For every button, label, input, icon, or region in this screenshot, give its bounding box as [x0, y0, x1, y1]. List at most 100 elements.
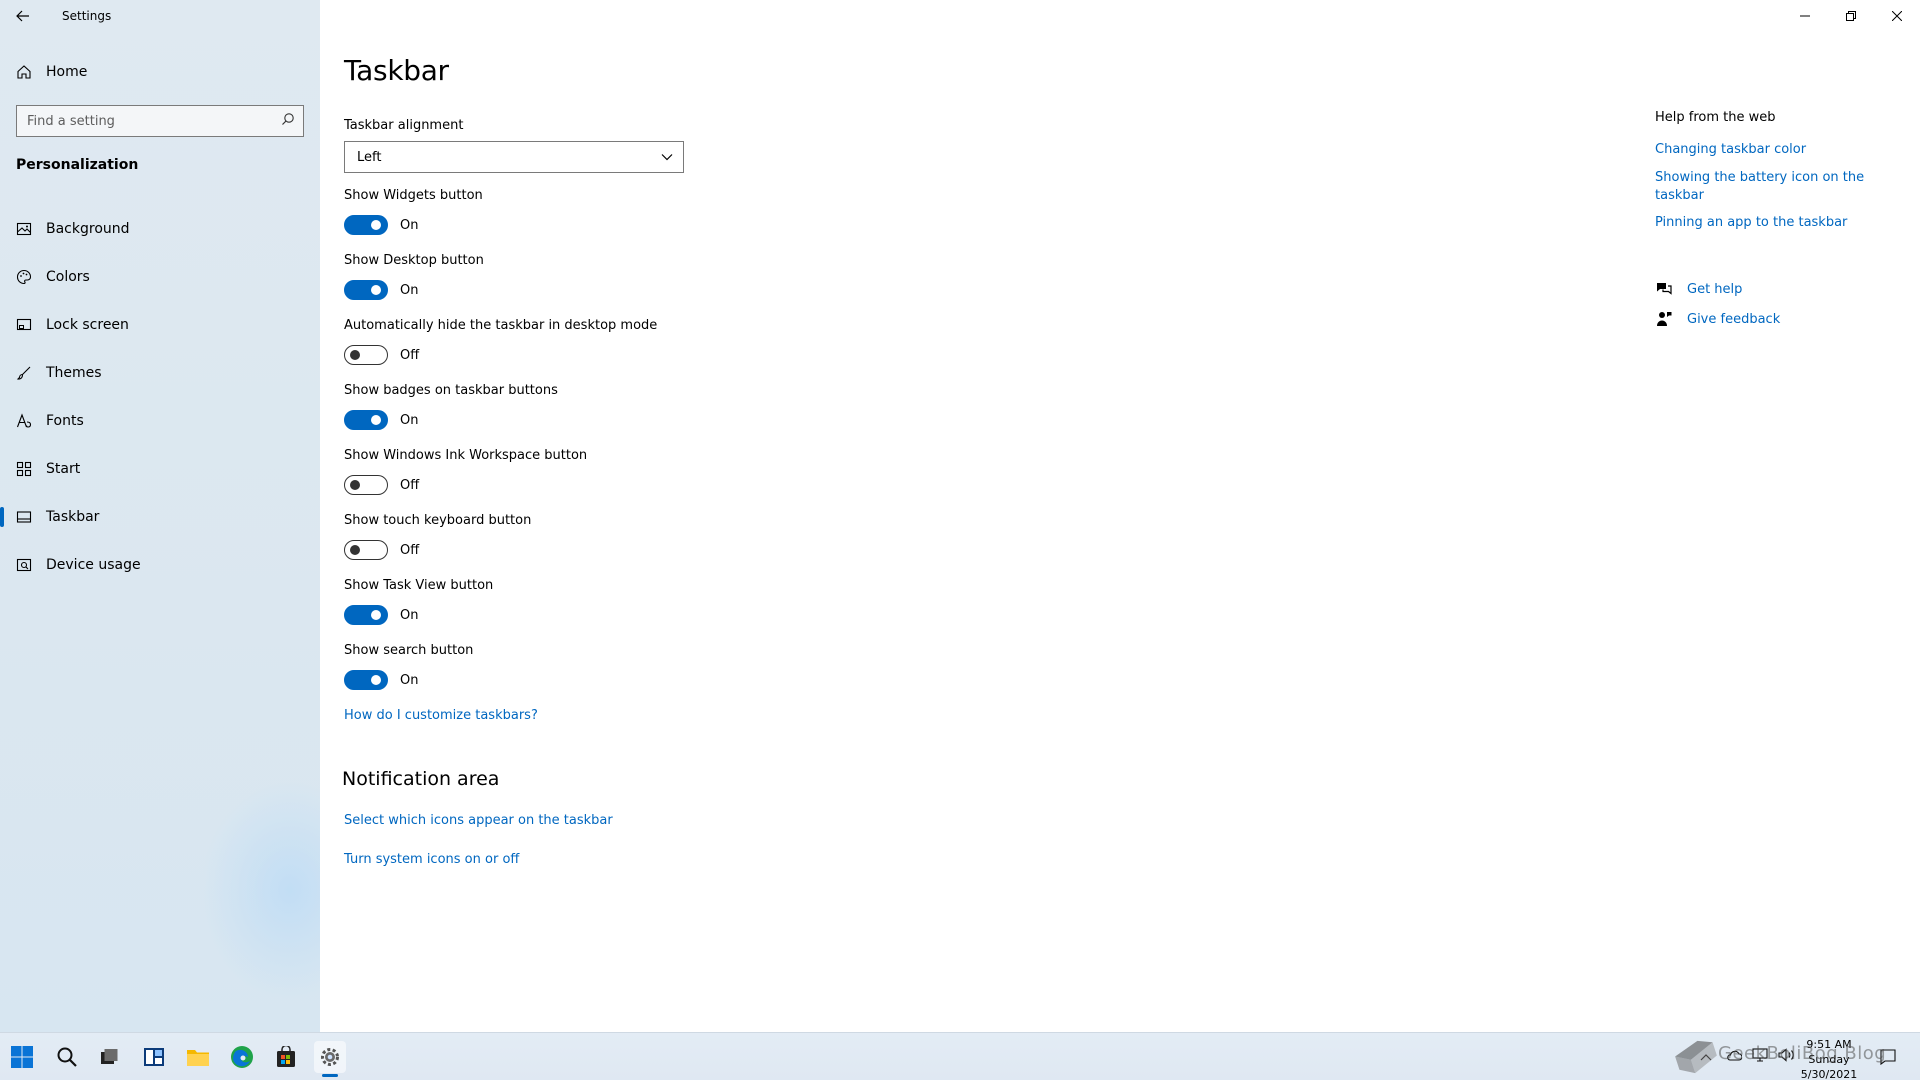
task-view-toggle[interactable]: [344, 605, 388, 625]
notification-area-heading: Notification area: [342, 768, 500, 790]
toggle-state: On: [400, 607, 419, 623]
give-feedback-link[interactable]: Give feedback: [1655, 310, 1885, 328]
touch-keyboard-toggle[interactable]: [344, 540, 388, 560]
toggle-state: Off: [400, 477, 420, 493]
restore-button[interactable]: [1828, 0, 1874, 32]
sidebar-item-fonts[interactable]: Fonts: [0, 397, 320, 445]
device-usage-icon: [16, 557, 32, 573]
watermark-text: GeekBoliBog Blog: [1718, 1043, 1887, 1064]
nav-home-label: Home: [46, 64, 88, 80]
search-box[interactable]: [16, 105, 304, 137]
sidebar-item-colors[interactable]: Colors: [0, 253, 320, 301]
toggle-label: Show Desktop button: [344, 253, 484, 268]
toggle-autohide: Automatically hide the taskbar in deskto…: [344, 318, 657, 365]
sidebar-item-label: Device usage: [46, 557, 141, 573]
minimize-button[interactable]: [1782, 0, 1828, 32]
store-button[interactable]: [270, 1041, 302, 1073]
alignment-setting: Taskbar alignment Left: [344, 118, 684, 173]
nav-list: Background Colors Lock screen Themes Fon…: [0, 205, 320, 589]
alignment-dropdown[interactable]: Left: [344, 141, 684, 173]
start-button[interactable]: [6, 1041, 38, 1073]
gear-icon: [321, 1048, 339, 1066]
toggle-state: On: [400, 672, 419, 688]
toggle-label: Show Task View button: [344, 578, 494, 593]
lock-screen-icon: [16, 317, 32, 333]
edge-icon: [231, 1046, 253, 1068]
toggle-state: On: [400, 282, 419, 298]
autohide-toggle[interactable]: [344, 345, 388, 365]
help-link-battery-icon[interactable]: Showing the battery icon on the taskbar: [1655, 169, 1865, 205]
window-controls: [1782, 0, 1920, 32]
toggle-label: Show badges on taskbar buttons: [344, 383, 558, 398]
edge-browser-button[interactable]: [226, 1041, 258, 1073]
badges-toggle[interactable]: [344, 410, 388, 430]
get-help-link[interactable]: Get help: [1655, 280, 1885, 298]
sidebar-item-label: Colors: [46, 269, 90, 285]
settings-app-button[interactable]: [314, 1041, 346, 1077]
windows-logo-icon: [11, 1046, 33, 1068]
sidebar-item-label: Start: [46, 461, 81, 477]
toggle-state: On: [400, 217, 419, 233]
sidebar-item-label: Background: [46, 221, 130, 237]
toggle-state: On: [400, 412, 419, 428]
toggle-label: Automatically hide the taskbar in deskto…: [344, 318, 658, 333]
help-panel: Help from the web Changing taskbar color…: [1655, 110, 1885, 328]
toggle-state: Off: [400, 542, 420, 558]
sidebar-item-lock-screen[interactable]: Lock screen: [0, 301, 320, 349]
search-input[interactable]: [27, 113, 281, 129]
search-toggle[interactable]: [344, 670, 388, 690]
search-icon[interactable]: [281, 112, 295, 130]
brush-icon: [16, 365, 32, 381]
sidebar-item-taskbar[interactable]: Taskbar: [0, 493, 320, 541]
minimize-icon: [1800, 15, 1810, 17]
desktop-toggle[interactable]: [344, 280, 388, 300]
toggle-desktop: Show Desktop button On: [344, 253, 484, 300]
back-button[interactable]: [0, 0, 46, 32]
file-explorer-button[interactable]: [182, 1041, 214, 1073]
sidebar-item-label: Themes: [46, 365, 102, 381]
chat-help-icon: [1655, 280, 1673, 298]
font-icon: [16, 413, 32, 429]
sidebar-item-label: Lock screen: [46, 317, 129, 333]
help-link-taskbar-color[interactable]: Changing taskbar color: [1655, 141, 1885, 159]
sidebar-item-label: Fonts: [46, 413, 84, 429]
customize-taskbars-link[interactable]: How do I customize taskbars?: [344, 708, 538, 723]
taskbar-search-button[interactable]: [51, 1041, 83, 1073]
widgets-button[interactable]: [138, 1041, 170, 1073]
sidebar-item-start[interactable]: Start: [0, 445, 320, 493]
image-icon: [16, 221, 32, 237]
close-icon: [1892, 11, 1902, 21]
sidebar-item-device-usage[interactable]: Device usage: [0, 541, 320, 589]
give-feedback-label: Give feedback: [1687, 311, 1781, 327]
alignment-value: Left: [357, 149, 382, 165]
sidebar: Settings Home Personalization Background…: [0, 0, 320, 1032]
toggle-label: Show Windows Ink Workspace button: [344, 448, 588, 463]
back-arrow-icon: [16, 10, 29, 22]
help-link-pinning-app[interactable]: Pinning an app to the taskbar: [1655, 214, 1885, 232]
widgets-icon: [144, 1048, 164, 1066]
task-view-button[interactable]: [93, 1041, 125, 1073]
feedback-person-icon: [1655, 310, 1673, 328]
close-button[interactable]: [1874, 0, 1920, 32]
page-title: Taskbar: [344, 54, 449, 87]
nav-home[interactable]: Home: [0, 58, 320, 86]
toggle-search: Show search button On: [344, 643, 473, 690]
section-title: Personalization: [16, 157, 139, 173]
toggle-state: Off: [400, 347, 420, 363]
app-title: Settings: [62, 9, 112, 23]
ink-workspace-toggle[interactable]: [344, 475, 388, 495]
taskbar: 9:51 AM Sunday 5/30/2021: [0, 1032, 1920, 1080]
select-icons-link[interactable]: Select which icons appear on the taskbar: [344, 813, 613, 828]
system-icons-link[interactable]: Turn system icons on or off: [344, 852, 519, 867]
folder-icon: [187, 1050, 209, 1066]
sidebar-item-themes[interactable]: Themes: [0, 349, 320, 397]
taskbar-icon: [16, 509, 32, 525]
get-help-label: Get help: [1687, 281, 1743, 297]
alignment-label: Taskbar alignment: [344, 118, 464, 133]
widgets-toggle[interactable]: [344, 215, 388, 235]
toggle-label: Show search button: [344, 643, 474, 658]
home-icon: [16, 64, 32, 80]
sidebar-item-background[interactable]: Background: [0, 205, 320, 253]
task-view-icon: [101, 1049, 118, 1064]
toggle-label: Show touch keyboard button: [344, 513, 532, 528]
